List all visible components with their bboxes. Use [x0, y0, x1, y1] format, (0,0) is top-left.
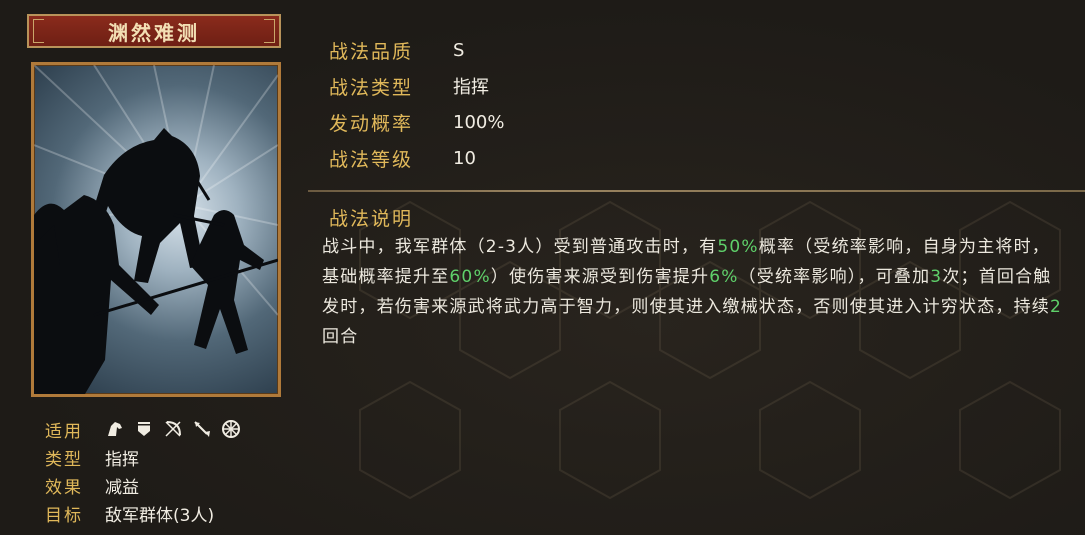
info-key: 适用 [45, 421, 83, 442]
desc-text: 回合 [322, 327, 359, 347]
desc-highlight: 50% [717, 237, 759, 257]
desc-text: ）使伤害来源受到伤害提升 [490, 267, 710, 287]
desc-highlight: 6% [709, 267, 739, 287]
attr-trigger-rate: 发动概率 100% [329, 104, 504, 140]
attr-quality: 战法品质 S [329, 32, 504, 68]
cavalry-icon [105, 419, 125, 439]
skill-title-banner: 渊然难测 [27, 14, 281, 48]
info-applicable: 适用 [45, 415, 241, 443]
attr-key: 战法品质 [329, 40, 414, 63]
info-type: 类型 指挥 [45, 443, 241, 471]
desc-highlight: 60% [449, 267, 491, 287]
attr-value: 指挥 [453, 77, 489, 98]
description-body: 战斗中，我军群体（2-3人）受到普通攻击时，有50%概率（受统率影响，自身为主将… [322, 232, 1067, 352]
attr-key: 战法类型 [329, 76, 414, 99]
skill-attributes: 战法品质 S 战法类型 指挥 发动概率 100% 战法等级 10 [329, 32, 504, 176]
attr-value: 10 [453, 147, 476, 169]
info-key: 类型 [45, 449, 83, 470]
skill-name: 渊然难测 [108, 20, 200, 45]
desc-text: 战斗中，我军群体（2-3人）受到普通攻击时，有 [322, 237, 718, 257]
attr-key: 发动概率 [329, 112, 414, 135]
attr-key: 战法等级 [329, 148, 414, 171]
info-target: 目标 敌军群体(3人) [45, 499, 241, 527]
bow-icon [163, 419, 183, 439]
info-value: 敌军群体(3人) [105, 505, 215, 526]
skill-info: 适用 类型 指挥 效果 减益 目标 敌军群体(3人) [45, 415, 241, 527]
attr-type: 战法类型 指挥 [329, 68, 504, 104]
wheel-icon [221, 419, 241, 439]
desc-highlight: 3 [930, 267, 943, 287]
attr-value: 100% [453, 111, 505, 133]
shield-icon [134, 419, 154, 439]
info-value: 减益 [105, 477, 139, 498]
info-key: 效果 [45, 477, 83, 498]
skill-illustration [31, 62, 281, 397]
section-divider [308, 190, 1085, 192]
info-effect: 效果 减益 [45, 471, 241, 499]
desc-text: （受统率影响），可叠加 [738, 267, 931, 287]
attr-value: S [453, 39, 465, 61]
info-value: 指挥 [105, 449, 139, 470]
attr-level: 战法等级 10 [329, 140, 504, 176]
description-title: 战法说明 [329, 208, 414, 230]
desc-highlight: 2 [1050, 297, 1063, 317]
troop-type-icons [105, 419, 241, 439]
spear-icon [192, 419, 212, 439]
info-key: 目标 [45, 505, 83, 526]
